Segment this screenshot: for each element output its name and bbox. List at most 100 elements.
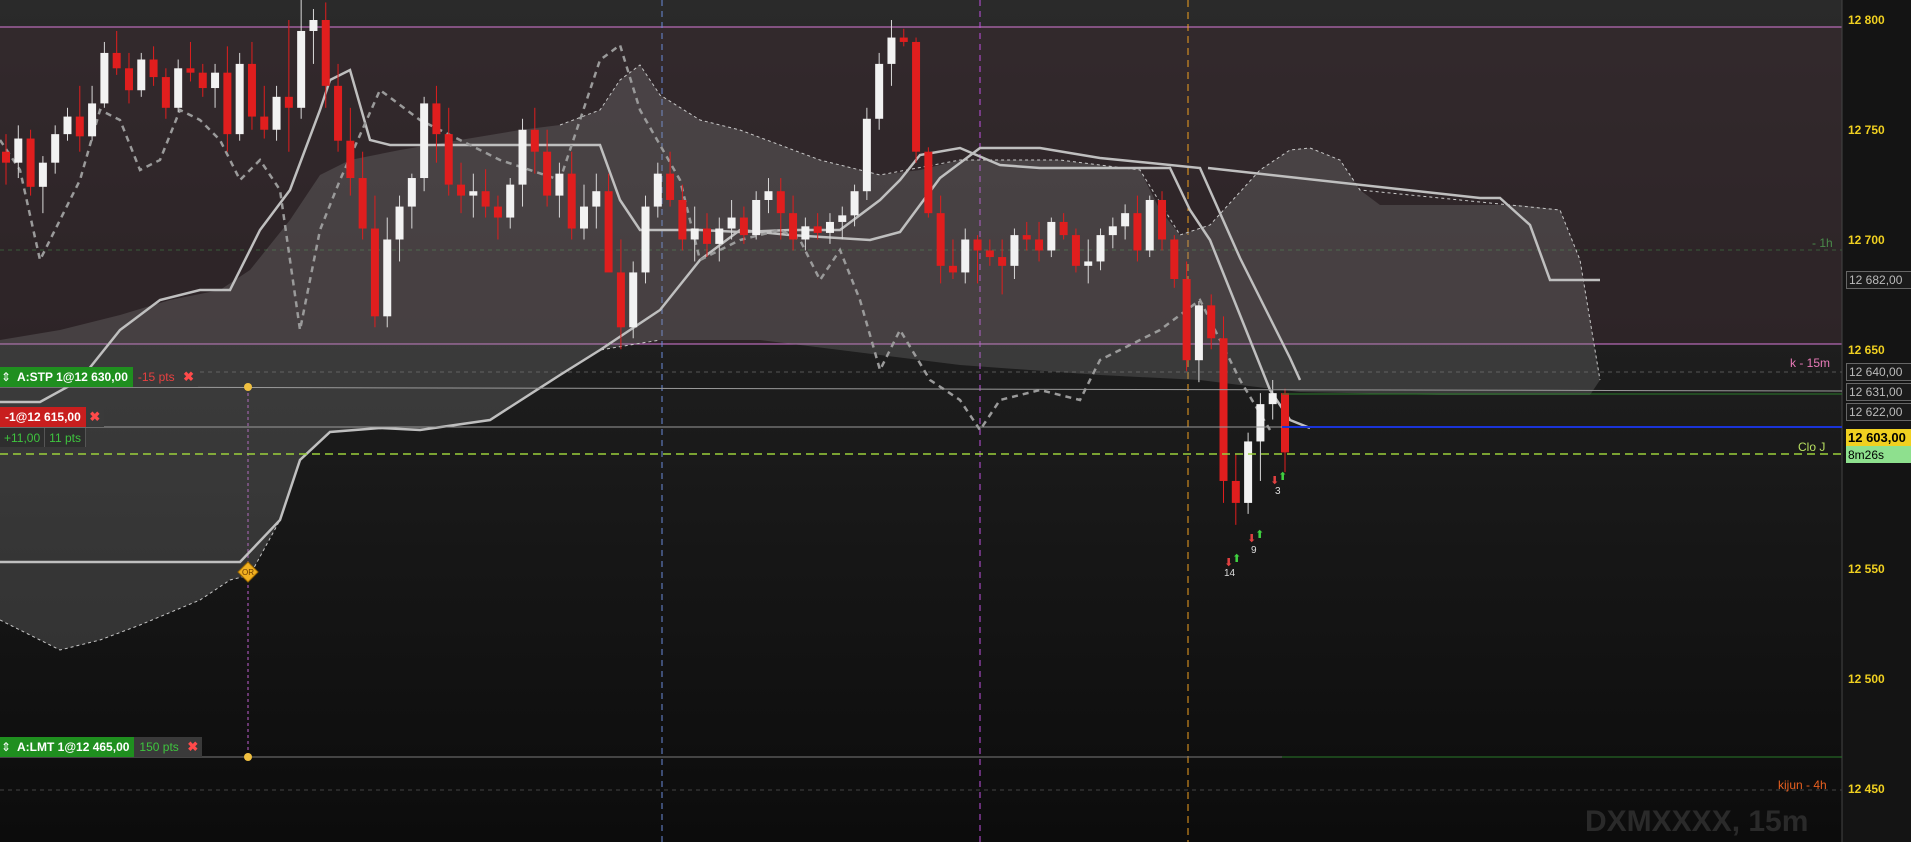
marker-count-9: 9 xyxy=(1251,545,1257,556)
position-tag[interactable]: -1@12 615,00 ✖ xyxy=(0,407,104,427)
candle-body xyxy=(850,191,859,216)
candle-body xyxy=(506,184,515,218)
candle-body xyxy=(604,191,613,273)
candle-body xyxy=(1207,305,1216,339)
candle-body xyxy=(776,191,785,214)
candle-body xyxy=(789,213,798,240)
candle-body xyxy=(985,250,994,258)
arrow-up-icon: ⬆ xyxy=(1278,470,1287,483)
or-badge-text: OR xyxy=(242,568,254,577)
candle-body xyxy=(1170,239,1179,280)
close-icon[interactable]: ✖ xyxy=(85,407,104,427)
candle-body xyxy=(26,138,35,187)
candle-body xyxy=(936,213,945,266)
pnl-value: +11,00 xyxy=(0,428,46,447)
candle-body xyxy=(530,129,539,152)
candle-body xyxy=(112,52,121,69)
candle-body xyxy=(727,217,736,229)
candle-body xyxy=(998,257,1007,266)
candle-body xyxy=(1071,235,1080,266)
candle-body xyxy=(75,116,84,137)
axis-box-12631: 12 631,00 xyxy=(1846,383,1911,401)
limit-order-tag[interactable]: ⇕ A:LMT 1@12 465,00 150 pts ✖ xyxy=(0,737,202,757)
candle-body xyxy=(580,206,589,229)
candle-body xyxy=(862,118,871,192)
stop-order-pts: -15 pts xyxy=(132,367,180,387)
candle-body xyxy=(616,272,625,328)
candle-body xyxy=(235,63,244,135)
axis-box-12682: 12 682,00 xyxy=(1846,271,1911,289)
candle-body xyxy=(1256,404,1265,442)
candle-body xyxy=(838,215,847,222)
candle-body xyxy=(592,191,601,207)
candle-body xyxy=(260,116,269,130)
drag-handle-icon[interactable]: ⇕ xyxy=(0,367,12,387)
candle-body xyxy=(370,228,379,317)
marker-count-3: 3 xyxy=(1275,486,1281,497)
candle-body xyxy=(1158,199,1167,240)
candle-body xyxy=(493,206,502,218)
drag-handle-icon[interactable]: ⇕ xyxy=(0,737,12,757)
candle-body xyxy=(653,173,662,207)
close-icon[interactable]: ✖ xyxy=(179,367,198,387)
candle-body xyxy=(457,184,466,196)
candle-body xyxy=(1194,305,1203,361)
stop-order-tag[interactable]: ⇕ A:STP 1@12 630,00 -15 pts ✖ xyxy=(0,367,198,387)
candle-body xyxy=(38,162,47,187)
axis-tick-12650: 12 650 xyxy=(1848,343,1885,357)
candle-body xyxy=(1035,239,1044,251)
candle-body xyxy=(161,77,170,108)
candle-body xyxy=(284,96,293,108)
limit-order-anchor[interactable] xyxy=(244,753,252,761)
candle-body xyxy=(1182,279,1191,361)
instrument-watermark: DXMXXXX, 15m xyxy=(1585,805,1809,838)
candle-body xyxy=(702,228,711,244)
candle-body xyxy=(469,191,478,196)
candle-body xyxy=(973,239,982,251)
candle-body xyxy=(383,239,392,317)
position-label[interactable]: -1@12 615,00 xyxy=(0,407,86,427)
candle-body xyxy=(2,151,10,163)
candle-body xyxy=(801,226,810,240)
label-clo-j: Clo J xyxy=(1798,440,1826,454)
candle-body xyxy=(1010,235,1019,266)
axis-tick-12700: 12 700 xyxy=(1848,233,1885,247)
candle-body xyxy=(875,63,884,119)
candle-body xyxy=(752,199,761,236)
limit-order-label[interactable]: A:LMT 1@12 465,00 xyxy=(12,737,135,757)
label-k-15m: k - 15m xyxy=(1790,356,1831,370)
candle-body xyxy=(1145,199,1154,251)
candle-body xyxy=(555,173,564,196)
arrow-up-icon: ⬆ xyxy=(1255,528,1264,541)
candle-body xyxy=(407,178,416,207)
axis-tick-12550: 12 550 xyxy=(1848,562,1885,576)
candle-body xyxy=(629,272,638,328)
label-1h: - 1h xyxy=(1812,236,1833,250)
candle-body xyxy=(1108,226,1117,236)
axis-box-12622: 12 622,00 xyxy=(1846,403,1911,421)
stop-order-label[interactable]: A:STP 1@12 630,00 xyxy=(12,367,133,387)
price-chart[interactable]: OR ⬇ ⬆ ⬇ ⬆ ⬇ ⬆ xyxy=(0,0,1911,842)
candle-body xyxy=(321,20,330,86)
candle-body xyxy=(813,226,822,233)
current-price-box: 12 603,00 xyxy=(1846,429,1911,446)
candle-body xyxy=(1219,338,1228,481)
candle-body xyxy=(198,72,207,89)
axis-tick-12450: 12 450 xyxy=(1848,782,1885,796)
axis-tick-12750: 12 750 xyxy=(1848,123,1885,137)
stop-order-anchor[interactable] xyxy=(244,383,252,391)
candle-body xyxy=(358,178,367,229)
candle-body xyxy=(211,72,220,89)
close-icon[interactable]: ✖ xyxy=(183,737,202,757)
candle-body xyxy=(223,72,232,135)
candle-body xyxy=(1121,213,1130,227)
candle-body xyxy=(137,59,146,91)
candle-body xyxy=(666,173,675,200)
candle-body xyxy=(1244,441,1253,503)
candle-body xyxy=(715,228,724,244)
candle-body xyxy=(124,68,133,91)
candle-body xyxy=(1059,221,1068,236)
axis-box-12640: 12 640,00 xyxy=(1846,363,1911,381)
candle-body xyxy=(334,85,343,141)
candle-body xyxy=(641,206,650,273)
